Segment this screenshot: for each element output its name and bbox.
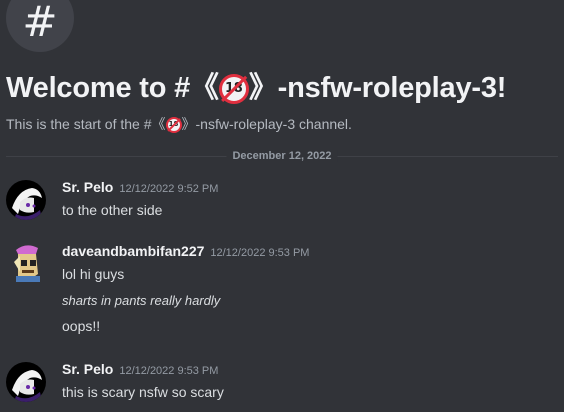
avatar[interactable] xyxy=(6,362,46,402)
message-author[interactable]: daveandbambifan227 xyxy=(62,243,204,259)
message-timestamp: 12/12/2022 9:52 PM xyxy=(119,183,219,195)
message-author[interactable]: Sr. Pelo xyxy=(62,179,113,195)
welcome-heading: Welcome to #《 18 》-nsfw-roleplay-3! xyxy=(6,64,506,106)
date-divider-label: December 12, 2022 xyxy=(226,150,338,162)
message-timestamp: 12/12/2022 9:53 PM xyxy=(210,247,310,259)
message-content: to the other side xyxy=(62,202,163,218)
channel-start-text: This is the start of the #《 18 》-nsfw-role… xyxy=(6,114,352,134)
channel-hash-icon: # xyxy=(6,0,74,52)
start-suffix: 》-nsfw-roleplay-3 channel. xyxy=(181,116,352,132)
start-prefix: This is the start of the #《 xyxy=(6,116,166,132)
message-content: lol hi guys xyxy=(62,266,125,282)
no-under-18-icon: 18 xyxy=(218,74,249,105)
welcome-prefix: Welcome to #《 xyxy=(6,72,219,104)
avatar[interactable] xyxy=(6,180,46,220)
message-content: oops!! xyxy=(62,318,101,334)
no-under-18-icon-small: 18 xyxy=(165,117,182,134)
hash-symbol: # xyxy=(22,0,58,46)
message-timestamp: 12/12/2022 9:53 PM xyxy=(119,365,219,377)
welcome-suffix: 》-nsfw-roleplay-3! xyxy=(248,72,507,104)
message-author[interactable]: Sr. Pelo xyxy=(62,361,113,377)
avatar[interactable] xyxy=(6,242,46,282)
message-content: sharts in pants really hardly xyxy=(62,293,221,308)
message-content: this is scary nsfw so scary xyxy=(62,384,224,400)
